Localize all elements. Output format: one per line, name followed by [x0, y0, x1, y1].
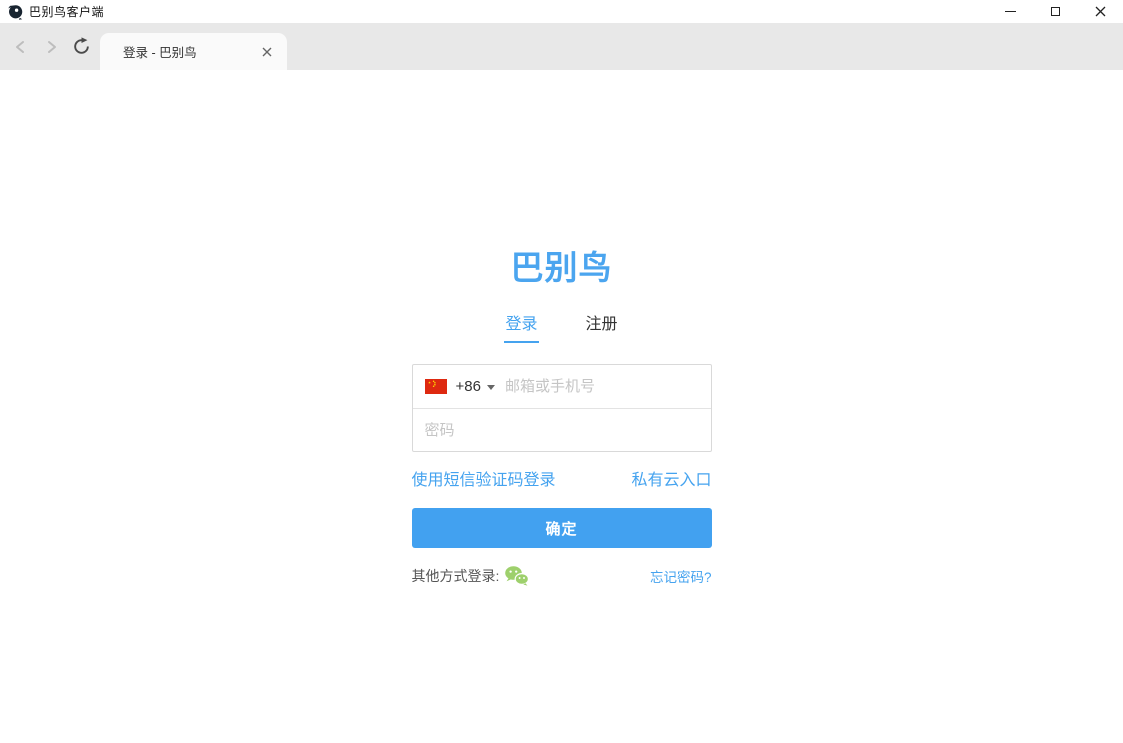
refresh-icon: [72, 37, 91, 56]
tab-register[interactable]: 注册: [585, 310, 619, 343]
browser-tab-login[interactable]: 登录 - 巴别鸟: [100, 33, 287, 70]
password-input[interactable]: [425, 422, 699, 439]
login-panel: 巴别鸟 登录 注册 +86: [412, 70, 712, 588]
back-button[interactable]: [6, 32, 36, 62]
titlebar: 巴别鸟客户端: [0, 0, 1123, 23]
country-code-value: +86: [456, 378, 481, 395]
forward-icon: [42, 38, 60, 56]
china-flag-icon: [425, 379, 447, 394]
auth-tabs: 登录 注册: [412, 310, 712, 343]
bottom-row: 其他方式登录: 忘记密码?: [412, 564, 712, 588]
close-window-button[interactable]: [1078, 0, 1123, 23]
tab-close-button[interactable]: [257, 42, 277, 62]
tab-login[interactable]: 登录: [504, 310, 538, 343]
brand-logo-text: 巴别鸟: [412, 250, 712, 286]
maximize-button[interactable]: [1033, 0, 1078, 23]
page-content: 巴别鸟 登录 注册 +86: [0, 70, 1123, 743]
window-controls: [988, 0, 1123, 23]
close-icon: [1095, 6, 1106, 17]
private-cloud-link[interactable]: 私有云入口: [631, 466, 711, 490]
wechat-login-button[interactable]: [504, 564, 530, 588]
maximize-icon: [1051, 7, 1060, 16]
account-row: +86: [413, 365, 711, 408]
auxiliary-links: 使用短信验证码登录 私有云入口: [412, 466, 712, 490]
country-code-dropdown[interactable]: +86: [456, 378, 495, 395]
back-icon: [12, 38, 30, 56]
forward-button[interactable]: [36, 32, 66, 62]
tab-title: 登录 - 巴别鸟: [123, 42, 257, 61]
login-form: +86: [412, 364, 712, 452]
password-row: [413, 408, 711, 451]
sms-login-link[interactable]: 使用短信验证码登录: [412, 466, 556, 490]
chevron-down-icon: [487, 385, 495, 390]
submit-button[interactable]: 确定: [412, 508, 712, 548]
close-icon: [262, 47, 272, 57]
refresh-button[interactable]: [66, 32, 96, 62]
window-title: 巴别鸟客户端: [29, 3, 104, 20]
wechat-icon: [504, 565, 530, 587]
other-login-label: 其他方式登录:: [412, 566, 500, 586]
minimize-icon: [1005, 11, 1016, 12]
account-input[interactable]: [505, 378, 699, 395]
app-logo-bird-icon: [7, 4, 23, 20]
browser-toolbar: 登录 - 巴别鸟: [0, 23, 1123, 70]
minimize-button[interactable]: [988, 0, 1033, 23]
forgot-password-link[interactable]: 忘记密码?: [650, 566, 712, 586]
